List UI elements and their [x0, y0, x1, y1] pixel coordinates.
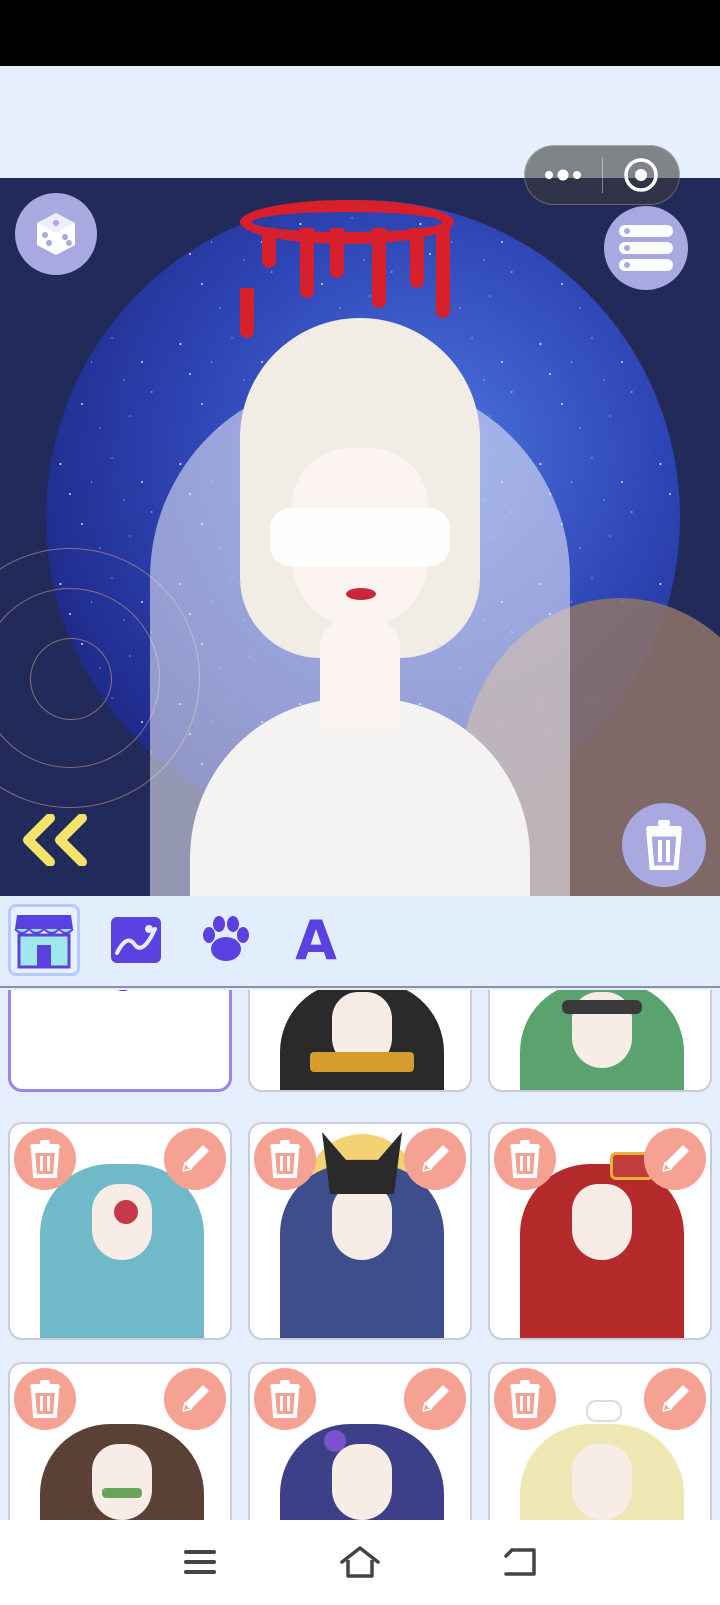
avatar-face [92, 1444, 152, 1520]
praying-hands [320, 618, 400, 728]
plus-icon [99, 990, 147, 1013]
avatar-canvas [0, 178, 720, 896]
edit-card-button[interactable] [404, 1368, 466, 1430]
avatar-card[interactable] [488, 1362, 712, 1520]
bow-accent [586, 1400, 622, 1422]
avatar-face [332, 1444, 392, 1520]
avatar-card[interactable] [488, 1122, 712, 1340]
more-button[interactable] [525, 146, 602, 204]
avatar-character [150, 318, 570, 896]
ring-decoration [30, 638, 112, 720]
pencil-icon [421, 1385, 449, 1413]
menu-button[interactable] [178, 1540, 222, 1584]
edit-card-button[interactable] [404, 1128, 466, 1190]
glasses-accent [562, 1000, 642, 1014]
category-toolbar: A [0, 896, 720, 988]
lips [346, 588, 376, 600]
avatar-face [572, 1184, 632, 1260]
blood-drip [330, 228, 344, 278]
trash-icon [510, 1380, 540, 1418]
avatar-card[interactable] [248, 990, 472, 1092]
list-icon [619, 225, 673, 271]
trash-icon [30, 1140, 60, 1178]
tab-pet[interactable] [190, 904, 262, 976]
violet-rose-accent [324, 1430, 346, 1452]
avatar-face [332, 1184, 392, 1260]
trash-icon [270, 1140, 300, 1178]
edit-card-button[interactable] [164, 1368, 226, 1430]
pencil-icon [181, 1145, 209, 1173]
collapse-panel-button[interactable] [20, 813, 92, 867]
add-avatar-card[interactable] [8, 990, 232, 1092]
avatar-card[interactable] [8, 1362, 232, 1520]
paw-icon [203, 916, 249, 961]
delete-card-button[interactable] [14, 1128, 76, 1190]
more-dots-icon [545, 169, 582, 181]
blood-drip [300, 228, 314, 298]
trash-icon [30, 1380, 60, 1418]
blood-drip [410, 228, 424, 288]
avatar-card[interactable] [8, 1122, 232, 1340]
pencil-icon [661, 1145, 689, 1173]
target-circle-icon [624, 158, 658, 192]
edit-card-button[interactable] [644, 1128, 706, 1190]
trash-icon [270, 1380, 300, 1418]
tab-shop[interactable] [8, 904, 80, 976]
saved-avatars-grid [0, 990, 720, 1520]
trash-icon [510, 1140, 540, 1178]
image-icon [111, 917, 161, 963]
home-button[interactable] [338, 1540, 382, 1584]
pencil-icon [661, 1385, 689, 1413]
blood-drip [372, 228, 386, 308]
text-a-icon: A [295, 908, 337, 972]
bamboo-accent [102, 1488, 142, 1498]
tab-text[interactable]: A [280, 904, 352, 976]
close-miniprogram-button[interactable] [603, 146, 680, 204]
delete-card-button[interactable] [254, 1128, 316, 1190]
avatar-card[interactable] [488, 990, 712, 1092]
avatar-card[interactable] [248, 1122, 472, 1340]
menu-capsule [524, 145, 680, 205]
blood-drip [262, 228, 276, 268]
delete-card-button[interactable] [494, 1368, 556, 1430]
randomize-button[interactable] [15, 193, 97, 275]
back-button[interactable] [498, 1540, 542, 1584]
avatar-card[interactable] [248, 1362, 472, 1520]
layers-list-button[interactable] [604, 206, 688, 290]
rose-accent [114, 1200, 138, 1224]
store-icon [14, 915, 74, 969]
blindfold [270, 508, 450, 566]
edit-card-button[interactable] [164, 1128, 226, 1190]
blood-drip [436, 228, 450, 318]
blood-drip [240, 288, 254, 338]
back-icon [504, 1548, 536, 1576]
menu-icon [184, 1550, 216, 1574]
status-bar [0, 0, 720, 66]
edit-card-button[interactable] [644, 1368, 706, 1430]
pencil-icon [421, 1145, 449, 1173]
delete-card-button[interactable] [14, 1368, 76, 1430]
double-chevron-left-icon [23, 813, 87, 867]
pencil-icon [181, 1385, 209, 1413]
trash-icon [646, 820, 682, 870]
dice-icon [37, 213, 75, 255]
avatar-face [572, 1444, 632, 1520]
delete-avatar-button[interactable] [622, 803, 706, 887]
delete-card-button[interactable] [254, 1368, 316, 1430]
home-icon [340, 1546, 380, 1578]
collar-accent [310, 1052, 414, 1072]
system-nav-bar [0, 1520, 720, 1605]
tab-background[interactable] [100, 904, 172, 976]
delete-card-button[interactable] [494, 1128, 556, 1190]
